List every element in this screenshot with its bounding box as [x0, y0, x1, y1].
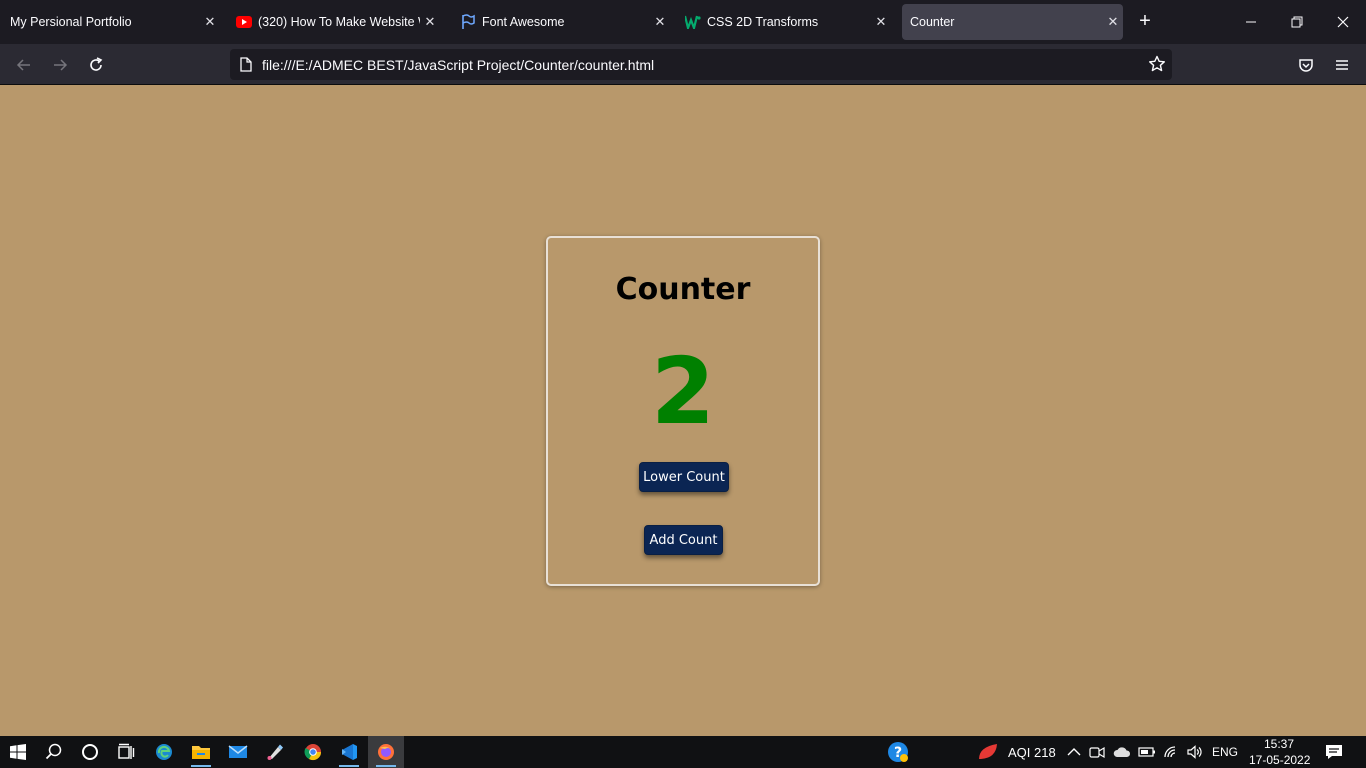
edge-icon[interactable] [146, 736, 182, 768]
volume-icon[interactable] [1182, 736, 1208, 768]
clock-date[interactable]: 17-05-2022 [1249, 753, 1310, 767]
close-icon[interactable]: ✕ [871, 14, 891, 30]
mail-icon[interactable] [220, 736, 256, 768]
tab-title: (320) How To Make Website With [258, 15, 420, 29]
clock-time[interactable]: 15:37 [1264, 737, 1294, 751]
page-icon [240, 57, 252, 72]
w3schools-icon [685, 14, 701, 30]
close-icon [1337, 16, 1349, 28]
close-window-button[interactable] [1320, 0, 1366, 44]
task-view-icon[interactable] [108, 736, 144, 768]
windows-taskbar: ? AQI 218 ENG 15:37 17-05-2022 [0, 736, 1366, 768]
reload-button[interactable] [82, 52, 110, 78]
restore-button[interactable] [1274, 0, 1320, 44]
close-icon[interactable]: ✕ [420, 14, 440, 30]
notification-icon[interactable] [1316, 736, 1352, 768]
minimize-button[interactable] [1228, 0, 1274, 44]
youtube-icon [236, 14, 252, 30]
cortana-icon[interactable] [72, 736, 108, 768]
minimize-icon [1246, 21, 1256, 23]
pocket-icon [1299, 59, 1313, 72]
tab-youtube[interactable]: (320) How To Make Website With ✕ [236, 4, 440, 40]
onedrive-cloud-icon[interactable] [1108, 736, 1136, 768]
tab-title: Font Awesome [482, 15, 565, 29]
meet-now-icon[interactable] [1084, 736, 1110, 768]
help-icon[interactable]: ? [880, 736, 916, 768]
search-icon[interactable] [36, 736, 72, 768]
tab-font-awesome[interactable]: Font Awesome ✕ [460, 4, 670, 40]
back-arrow-icon [16, 59, 30, 71]
count-value: 2 [650, 338, 715, 445]
restore-icon [1291, 16, 1303, 28]
vscode-icon[interactable] [331, 736, 367, 768]
address-bar[interactable]: file:///E:/ADMEC BEST/JavaScript Project… [230, 49, 1172, 80]
hamburger-menu-icon [1336, 60, 1348, 70]
close-icon[interactable]: ✕ [1103, 14, 1123, 30]
flag-icon [460, 14, 476, 30]
add-count-button[interactable]: Add Count [644, 525, 723, 555]
close-icon[interactable]: ✕ [200, 14, 220, 30]
tab-title: CSS 2D Transforms [707, 15, 819, 29]
page-title: Counter [615, 272, 751, 307]
pocket-button[interactable] [1292, 52, 1320, 78]
weather-aqi-text[interactable]: AQI 218 [1008, 745, 1056, 760]
forward-arrow-icon [54, 59, 68, 71]
bookmark-star-icon[interactable] [1148, 55, 1166, 78]
file-explorer-icon[interactable] [183, 736, 219, 768]
tab-counter[interactable]: Counter ✕ [902, 4, 1123, 40]
paint-icon[interactable] [257, 736, 293, 768]
url-text: file:///E:/ADMEC BEST/JavaScript Project… [262, 56, 655, 73]
tab-strip: My Persional Portfolio ✕ (320) How To Ma… [0, 0, 1366, 44]
chrome-icon[interactable] [295, 736, 331, 768]
tab-portfolio[interactable]: My Persional Portfolio ✕ [10, 4, 220, 40]
lower-count-button[interactable]: Lower Count [639, 462, 729, 492]
new-tab-button[interactable]: + [1134, 10, 1156, 32]
reload-icon [90, 57, 103, 71]
navigation-toolbar: file:///E:/ADMEC BEST/JavaScript Project… [0, 44, 1366, 85]
counter-card: Counter 2 Lower Count Add Count [546, 236, 820, 586]
battery-icon[interactable] [1134, 736, 1160, 768]
close-icon[interactable]: ✕ [650, 14, 670, 30]
windows-start-icon[interactable] [0, 736, 36, 768]
back-button[interactable] [10, 52, 38, 78]
forward-button[interactable] [46, 52, 74, 78]
tab-title: Counter [910, 15, 955, 29]
firefox-icon[interactable] [368, 736, 404, 768]
weather-leaf-icon[interactable] [970, 736, 1006, 768]
menu-button[interactable] [1328, 52, 1356, 78]
tab-css-transforms[interactable]: CSS 2D Transforms ✕ [685, 4, 891, 40]
language-indicator[interactable]: ENG [1212, 745, 1238, 759]
tab-title: My Persional Portfolio [10, 15, 132, 29]
